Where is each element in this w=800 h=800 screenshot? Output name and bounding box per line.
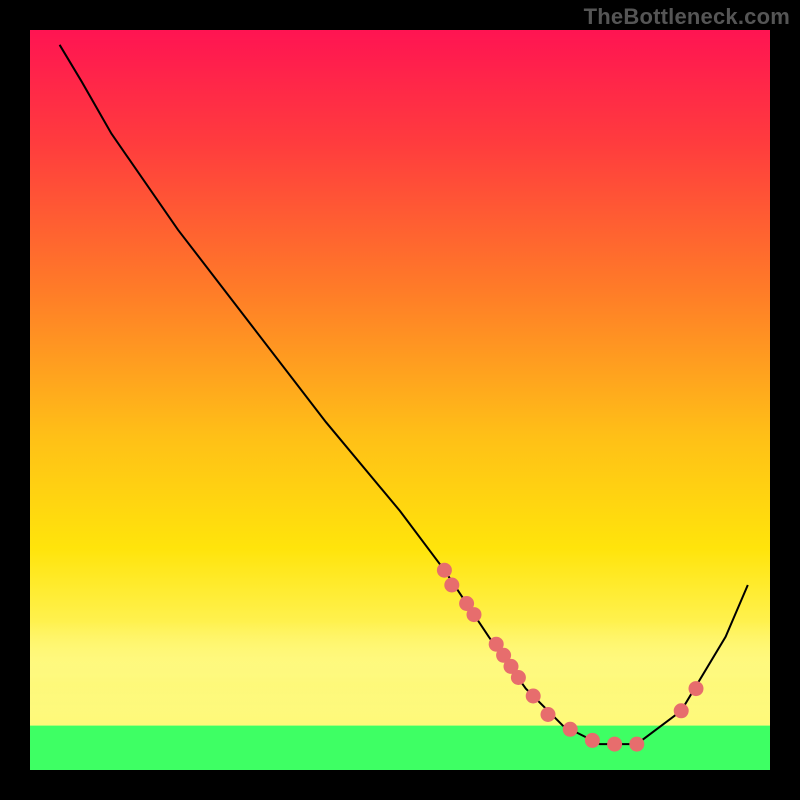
curve-marker bbox=[689, 681, 704, 696]
chart-container: TheBottleneck.com bbox=[0, 0, 800, 800]
curve-marker bbox=[629, 737, 644, 752]
curve-marker bbox=[541, 707, 556, 722]
curve-marker bbox=[467, 607, 482, 622]
curve-marker bbox=[607, 737, 622, 752]
curve-marker bbox=[437, 563, 452, 578]
curve-marker bbox=[511, 670, 526, 685]
watermark-text: TheBottleneck.com bbox=[584, 4, 790, 30]
curve-marker bbox=[444, 578, 459, 593]
chart-svg bbox=[0, 0, 800, 800]
bottom-green-band bbox=[30, 726, 770, 770]
curve-marker bbox=[563, 722, 578, 737]
curve-marker bbox=[585, 733, 600, 748]
curve-marker bbox=[526, 689, 541, 704]
glow-band bbox=[30, 622, 770, 726]
curve-marker bbox=[674, 703, 689, 718]
